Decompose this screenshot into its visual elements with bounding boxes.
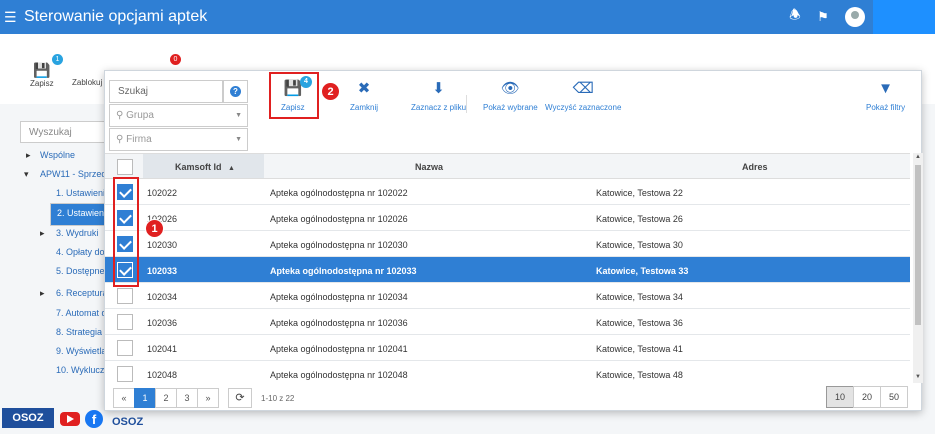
- tree-item[interactable]: 6. Receptura: [56, 288, 108, 298]
- last-page-button[interactable]: »: [197, 388, 219, 408]
- page-size-selector: 10 20 50: [826, 386, 908, 408]
- table-row[interactable]: 102022 Apteka ogólnodostępna nr 102022 K…: [105, 179, 910, 205]
- filter-icon: ▼: [878, 80, 893, 97]
- tree-item[interactable]: APW11 - Sprzeda: [40, 169, 111, 179]
- table-scrollbar[interactable]: ▲ ▼: [913, 153, 923, 383]
- refresh-button[interactable]: ⟳: [228, 388, 252, 408]
- youtube-icon[interactable]: [60, 412, 80, 426]
- table-row-selected[interactable]: 102033 Apteka ogólnodostępna nr 102033 K…: [105, 257, 910, 283]
- download-icon: ⬇: [432, 80, 445, 97]
- tree-item[interactable]: 8. Strategia r: [56, 327, 108, 337]
- tree-item[interactable]: 9. Wyświetla: [56, 346, 106, 356]
- page-range: 1-10 z 22: [261, 394, 295, 403]
- youtube-play-icon: [67, 415, 74, 423]
- table-row[interactable]: 102041 Apteka ogólnodostępna nr 102041 K…: [105, 335, 910, 361]
- tree-arrow-icon[interactable]: ▸: [40, 228, 45, 239]
- row-checkbox[interactable]: [117, 314, 133, 330]
- page-size-button[interactable]: 50: [880, 386, 908, 408]
- bg-save-badge: 1: [52, 54, 63, 65]
- row-checkbox[interactable]: [117, 366, 133, 382]
- mark-from-file-button[interactable]: ⬇ Zaznacz z pliku: [411, 80, 466, 113]
- bg-save-button[interactable]: 💾 Zapisz: [30, 62, 54, 88]
- select-all-checkbox[interactable]: [117, 159, 133, 175]
- hamburger-menu-icon[interactable]: ☰: [4, 9, 22, 26]
- close-icon: ✖: [357, 80, 371, 97]
- tree-arrow-icon[interactable]: ▾: [24, 169, 29, 180]
- page-button[interactable]: 1: [134, 388, 156, 408]
- tree-arrow-icon[interactable]: ▸: [26, 150, 31, 161]
- show-filters-button[interactable]: ▼ Pokaż filtry: [866, 80, 905, 113]
- flag-icon[interactable]: ⚑: [809, 9, 837, 25]
- company-select[interactable]: ⚲ Firma ▼: [109, 128, 248, 151]
- annotation-2: 2: [321, 82, 340, 101]
- pharmacy-select-dialog: Szukaj ? ⚲ Grupa ▼ ⚲ Firma ▼ 💾 Zapisz 4 …: [104, 70, 923, 411]
- search-icon: ⚲: [116, 110, 124, 121]
- page-button[interactable]: 2: [155, 388, 177, 408]
- first-page-button[interactable]: «: [113, 388, 135, 408]
- user-panel[interactable]: [873, 0, 935, 34]
- chevron-down-icon: ▼: [235, 136, 242, 143]
- bg-search-input[interactable]: Wyszukaj: [20, 121, 110, 143]
- page-size-button[interactable]: 10: [826, 386, 854, 408]
- table-row[interactable]: 102048 Apteka ogólnodostępna nr 102048 K…: [105, 361, 910, 383]
- tree-item[interactable]: 10. Wykluczo: [56, 365, 109, 375]
- toolbar-divider: [466, 95, 467, 113]
- tree-item[interactable]: Wspólne: [40, 150, 75, 160]
- highlight-save: [269, 72, 319, 119]
- osoz-text-logo: OSOZ: [112, 416, 144, 428]
- scroll-thumb[interactable]: [915, 165, 921, 325]
- tree-arrow-icon[interactable]: ▸: [40, 288, 45, 299]
- help-icon: ?: [230, 86, 241, 97]
- table-row[interactable]: 102030 Apteka ogólnodostępna nr 102030 K…: [105, 231, 910, 257]
- osoz-logo: OSOZ: [2, 408, 54, 428]
- close-button[interactable]: ✖ Zamknij: [350, 80, 378, 113]
- eraser-icon: ⌫: [572, 80, 594, 97]
- scroll-up-icon[interactable]: ▲: [915, 154, 921, 160]
- show-selected-button[interactable]: 👁 Pokaż wybrane: [483, 80, 538, 113]
- page-button[interactable]: 3: [176, 388, 198, 408]
- floppy-icon: 💾: [33, 62, 51, 78]
- search-input[interactable]: Szukaj: [109, 80, 223, 103]
- tree-item[interactable]: 3. Wydruki: [56, 228, 98, 238]
- facebook-icon[interactable]: f: [85, 410, 103, 428]
- column-address[interactable]: Adres: [742, 162, 768, 172]
- avatar[interactable]: [845, 7, 865, 27]
- table-row[interactable]: 102026 Apteka ogólnodostępna nr 102026 K…: [105, 205, 910, 231]
- footer-logos: OSOZ f: [0, 404, 104, 434]
- group-select[interactable]: ⚲ Grupa ▼: [109, 104, 248, 127]
- bell-icon[interactable]: 🕭: [781, 6, 809, 28]
- tree-item[interactable]: 1. Ustawienia: [56, 188, 110, 198]
- eye-icon: 👁: [500, 80, 520, 97]
- row-checkbox[interactable]: [117, 340, 133, 356]
- row-checkbox[interactable]: [117, 288, 133, 304]
- pagination: « 1 2 3 »: [113, 388, 219, 408]
- page-size-button[interactable]: 20: [853, 386, 881, 408]
- sort-asc-icon: ▲: [228, 165, 235, 172]
- bg-block-badge: 0: [170, 54, 181, 65]
- column-kamsoft-id[interactable]: Kamsoft Id ▲: [143, 154, 264, 178]
- table-row[interactable]: 102034 Apteka ogólnodostępna nr 102034 K…: [105, 283, 910, 309]
- clear-selected-button[interactable]: ⌫ Wyczyść zaznaczone: [545, 80, 621, 113]
- help-button[interactable]: ?: [223, 80, 248, 103]
- highlight-checked-rows: [113, 177, 139, 287]
- column-name[interactable]: Nazwa: [415, 162, 443, 172]
- table-row[interactable]: 102036 Apteka ogólnodostępna nr 102036 K…: [105, 309, 910, 335]
- refresh-icon: ⟳: [235, 392, 245, 404]
- scroll-down-icon[interactable]: ▼: [915, 374, 921, 380]
- tree-item[interactable]: 7. Automat d: [56, 308, 107, 318]
- chevron-down-icon: ▼: [235, 112, 242, 119]
- annotation-1: 1: [145, 219, 164, 238]
- app-bar: ☰ Sterowanie opcjami aptek 🕭 ⚑: [0, 0, 935, 34]
- tree-item[interactable]: 4. Opłaty dod: [56, 247, 110, 257]
- search-icon: ⚲: [116, 134, 124, 145]
- app-title: Sterowanie opcjami aptek: [24, 8, 208, 25]
- table-header: Kamsoft Id ▲ Nazwa Adres: [105, 153, 910, 179]
